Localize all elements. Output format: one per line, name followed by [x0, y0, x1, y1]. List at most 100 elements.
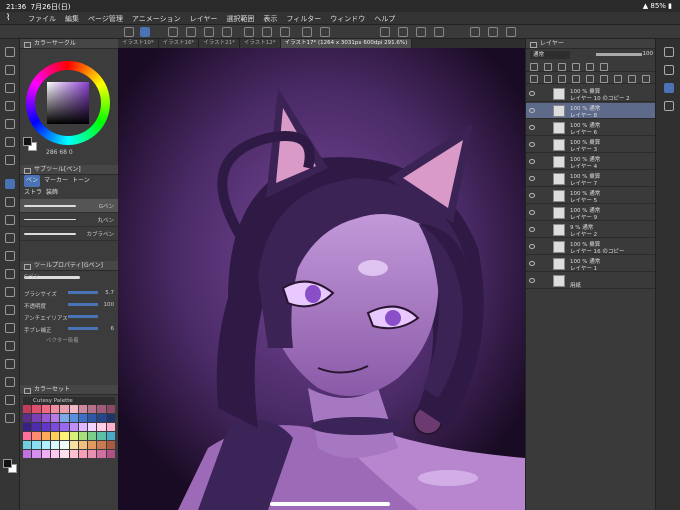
- clear-icon[interactable]: [302, 27, 312, 37]
- deselect-icon[interactable]: [380, 27, 390, 37]
- duplicate-layer-icon[interactable]: [628, 75, 636, 83]
- palette-swatch[interactable]: [50, 432, 60, 440]
- export-icon[interactable]: [222, 27, 232, 37]
- palette-swatch[interactable]: [106, 414, 115, 422]
- subtool-group-decoration[interactable]: 装飾: [46, 187, 58, 199]
- property-row-1[interactable]: 不透明度 100: [20, 299, 118, 311]
- zoom-icon[interactable]: [506, 27, 516, 37]
- ruler-tool-icon[interactable]: [5, 359, 15, 369]
- navigator-icon[interactable]: [664, 47, 674, 57]
- palette-swatch[interactable]: [32, 405, 41, 413]
- document-tab-2[interactable]: イラスト21*: [199, 39, 240, 48]
- palette-swatch[interactable]: [32, 414, 41, 422]
- delete-layer-icon[interactable]: [642, 75, 650, 83]
- palette-swatch[interactable]: [50, 450, 60, 458]
- palette-swatch[interactable]: [41, 414, 50, 422]
- palette-swatch[interactable]: [50, 441, 60, 449]
- palette-swatch[interactable]: [23, 405, 32, 413]
- layer-mask-add-icon[interactable]: [600, 75, 608, 83]
- menu-item-4[interactable]: レイヤー: [190, 14, 218, 24]
- visibility-eye-icon[interactable]: [529, 159, 535, 164]
- palette-swatch[interactable]: [88, 441, 97, 449]
- new-file-icon[interactable]: [168, 27, 178, 37]
- fill-tool-icon[interactable]: [5, 287, 15, 297]
- palette-swatch[interactable]: [41, 450, 50, 458]
- layer-row[interactable]: 9 % 通常 レイヤー 2: [526, 222, 656, 238]
- palette-swatch[interactable]: [60, 423, 69, 431]
- menu-icon[interactable]: [124, 27, 134, 37]
- document-tab-0[interactable]: イラスト10*: [118, 39, 159, 48]
- text-tool-icon[interactable]: [5, 377, 15, 387]
- visibility-eye-icon[interactable]: [529, 244, 535, 249]
- palette-swatch[interactable]: [23, 423, 32, 431]
- palette-swatch[interactable]: [23, 441, 32, 449]
- main-color-swatch[interactable]: [3, 459, 12, 468]
- menu-item-6[interactable]: 表示: [263, 14, 277, 24]
- flip-icon[interactable]: [470, 27, 480, 37]
- palette-swatch[interactable]: [78, 423, 88, 431]
- layer-row[interactable]: 100 % 乗算 レイヤー 16 のコピー: [526, 239, 656, 255]
- menu-item-1[interactable]: 編集: [65, 14, 79, 24]
- property-row-3[interactable]: 手ブレ補正 6: [20, 323, 118, 335]
- palette-swatch[interactable]: [41, 432, 50, 440]
- palette-swatch[interactable]: [60, 432, 69, 440]
- palette-swatch[interactable]: [60, 414, 69, 422]
- palette-swatch[interactable]: [78, 432, 88, 440]
- palette-swatch[interactable]: [32, 450, 41, 458]
- palette-swatch[interactable]: [41, 423, 50, 431]
- visibility-eye-icon[interactable]: [529, 176, 535, 181]
- palette-swatch[interactable]: [69, 450, 78, 458]
- palette-swatch[interactable]: [60, 441, 69, 449]
- layer-row[interactable]: 100 % 乗算 レイヤー 7: [526, 171, 656, 187]
- app-logo-icon[interactable]: ⌇: [6, 13, 10, 23]
- document-tab-3[interactable]: イラスト12*: [239, 39, 281, 48]
- layer-row[interactable]: 100 % 通常 レイヤー 9: [526, 205, 656, 221]
- palette-swatch[interactable]: [88, 405, 97, 413]
- saturation-value-square[interactable]: [47, 82, 89, 124]
- palette-swatch[interactable]: [97, 405, 106, 413]
- layer-panel-icon[interactable]: [664, 83, 674, 93]
- invert-selection-icon[interactable]: [416, 27, 426, 37]
- palette-swatch[interactable]: [41, 441, 50, 449]
- settings-icon[interactable]: [244, 27, 254, 37]
- new-folder-icon[interactable]: [558, 75, 566, 83]
- undo-icon[interactable]: [262, 27, 272, 37]
- visibility-eye-icon[interactable]: [529, 193, 535, 198]
- palette-swatch[interactable]: [106, 432, 115, 440]
- palette-swatch[interactable]: [97, 441, 106, 449]
- palette-swatch[interactable]: [23, 432, 32, 440]
- palette-swatch[interactable]: [23, 414, 32, 422]
- property-slider[interactable]: [68, 327, 98, 330]
- new-vector-layer-icon[interactable]: [544, 75, 552, 83]
- palette-swatch[interactable]: [69, 405, 78, 413]
- layer-row[interactable]: 100 % 通常 レイヤー 5: [526, 188, 656, 204]
- layer-ruler-icon[interactable]: [600, 63, 608, 71]
- palette-swatch[interactable]: [78, 441, 88, 449]
- subtool-header[interactable]: サブツール[ペン]: [20, 165, 118, 175]
- menu-item-2[interactable]: ページ管理: [88, 14, 123, 24]
- menu-item-5[interactable]: 選択範囲: [226, 14, 254, 24]
- eyedropper-icon[interactable]: [5, 155, 15, 165]
- transform-icon[interactable]: [434, 27, 444, 37]
- blend-mode-select[interactable]: 通常: [530, 51, 570, 59]
- visibility-eye-icon[interactable]: [529, 261, 535, 266]
- palette-swatch[interactable]: [69, 423, 78, 431]
- blend-tool-icon[interactable]: [5, 269, 15, 279]
- palette-swatch[interactable]: [88, 423, 97, 431]
- subtool-group-marker[interactable]: マーカー: [44, 175, 68, 187]
- sub-view-icon[interactable]: [664, 65, 674, 75]
- balloon-tool-icon[interactable]: [5, 395, 15, 405]
- redo-icon[interactable]: [280, 27, 290, 37]
- palette-swatch[interactable]: [69, 414, 78, 422]
- merge-down-icon[interactable]: [572, 75, 580, 83]
- layer-row[interactable]: 100 % 通常 レイヤー 6: [526, 120, 656, 136]
- correct-line-tool-icon[interactable]: [5, 413, 15, 423]
- palette-swatch[interactable]: [88, 414, 97, 422]
- palette-swatch[interactable]: [88, 432, 97, 440]
- subtool-group-tone[interactable]: トーン: [72, 175, 90, 187]
- pen-tool-icon[interactable]: [5, 179, 15, 189]
- new-raster-layer-icon[interactable]: [530, 75, 538, 83]
- open-file-icon[interactable]: [186, 27, 196, 37]
- palette-swatch[interactable]: [78, 414, 88, 422]
- palette-swatch[interactable]: [32, 432, 41, 440]
